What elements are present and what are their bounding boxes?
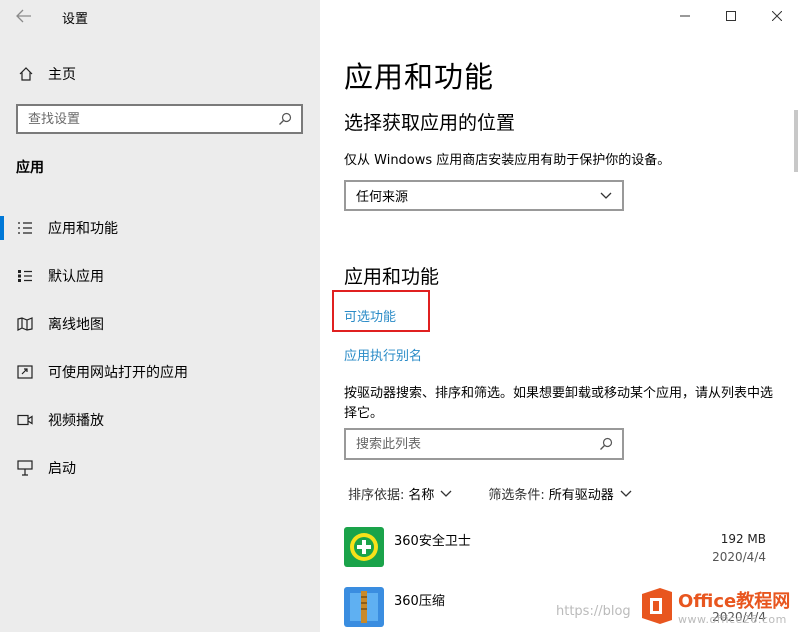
- apps-features-heading: 应用和功能: [344, 266, 440, 288]
- chevron-down-icon: [440, 490, 452, 498]
- app-size: 192 MB: [720, 532, 766, 546]
- watermark-site: www.office26.com: [678, 612, 787, 626]
- sidebar-item-label: 主页: [48, 67, 76, 83]
- close-button[interactable]: [754, 0, 800, 32]
- dropdown-value: 任何来源: [356, 190, 409, 205]
- sort-filter-bar: 排序依据: 名称 筛选条件: 所有驱动器: [348, 484, 632, 503]
- watermark-url: https://blog: [556, 604, 631, 619]
- sidebar-section-title: 应用: [16, 160, 44, 176]
- title-bar: 设置: [0, 0, 320, 32]
- scrollbar[interactable]: [794, 110, 798, 172]
- sidebar-item-label: 离线地图: [48, 317, 104, 333]
- sort-value: 名称: [408, 488, 435, 503]
- app-list-search-box[interactable]: [344, 428, 624, 460]
- app-install-date: 2020/4/4: [712, 550, 766, 564]
- app-name: 360安全卫士: [394, 534, 471, 549]
- sidebar-item-label: 视频播放: [48, 413, 104, 429]
- sidebar-nav: 应用和功能 默认应用 离线地图 可使用网站打开的应用 视频播放 启动: [0, 204, 320, 492]
- chevron-down-icon: [600, 192, 612, 199]
- watermark-brand: Office教程网: [678, 590, 791, 612]
- chevron-down-icon: [620, 490, 632, 498]
- minimize-button[interactable]: [662, 0, 708, 32]
- app-list-search-input[interactable]: [346, 436, 594, 452]
- office-logo-icon: [640, 586, 674, 626]
- 360-security-icon: [344, 527, 384, 567]
- search-icon[interactable]: [594, 437, 618, 451]
- settings-search-input[interactable]: [18, 111, 273, 127]
- sidebar-item-label: 可使用网站打开的应用: [48, 365, 188, 381]
- maximize-icon: [726, 11, 736, 21]
- sidebar-item-label: 应用和功能: [48, 221, 118, 237]
- default-apps-icon: [16, 269, 34, 283]
- sidebar-item-apps-for-websites[interactable]: 可使用网站打开的应用: [0, 348, 320, 396]
- app-list-item[interactable]: 360安全卫士 192 MB 2020/4/4: [344, 527, 774, 577]
- startup-icon: [16, 460, 34, 476]
- install-source-heading: 选择获取应用的位置: [344, 112, 516, 134]
- highlight-annotation: [332, 290, 430, 332]
- sort-label: 排序依据:: [348, 488, 405, 503]
- list-description: 按驱动器搜索、排序和筛选。如果想要卸载或移动某个应用，请从列表中选择它。: [344, 386, 774, 421]
- watermark: Office教程网 www.office26.com: [640, 580, 800, 632]
- install-source-description: 仅从 Windows 应用商店安装应用有助于保护你的设备。: [344, 153, 671, 168]
- sidebar-item-apps-features[interactable]: 应用和功能: [0, 204, 320, 252]
- window-title: 设置: [62, 12, 89, 27]
- back-button[interactable]: [12, 6, 36, 26]
- video-playback-icon: [16, 413, 34, 427]
- sidebar-item-label: 默认应用: [48, 269, 104, 285]
- filter-label: 筛选条件:: [488, 488, 545, 503]
- 360-zip-icon: [344, 587, 384, 627]
- app-name: 360压缩: [394, 594, 445, 609]
- close-icon: [772, 11, 782, 21]
- home-icon: [16, 66, 36, 82]
- filter-value: 所有驱动器: [548, 488, 614, 503]
- sidebar-item-home[interactable]: 主页: [0, 60, 320, 88]
- apps-features-icon: [16, 221, 34, 235]
- sidebar-item-video-playback[interactable]: 视频播放: [0, 396, 320, 444]
- minimize-icon: [680, 15, 690, 17]
- filter-dropdown[interactable]: 筛选条件: 所有驱动器: [488, 484, 632, 503]
- offline-maps-icon: [16, 317, 34, 331]
- apps-for-websites-icon: [16, 365, 34, 379]
- sidebar: 设置 主页 应用 应用和功能 默认应用 离: [0, 0, 320, 632]
- sidebar-item-label: 启动: [48, 461, 76, 477]
- install-source-dropdown[interactable]: 任何来源: [344, 180, 624, 211]
- sidebar-item-offline-maps[interactable]: 离线地图: [0, 300, 320, 348]
- maximize-button[interactable]: [708, 0, 754, 32]
- search-icon[interactable]: [273, 112, 297, 126]
- window-controls: [662, 0, 800, 32]
- sidebar-item-startup[interactable]: 启动: [0, 444, 320, 492]
- settings-search-box[interactable]: [16, 104, 303, 134]
- app-execution-alias-link[interactable]: 应用执行别名: [344, 345, 422, 364]
- sidebar-item-default-apps[interactable]: 默认应用: [0, 252, 320, 300]
- sort-dropdown[interactable]: 排序依据: 名称: [348, 484, 452, 503]
- back-arrow-icon: [16, 9, 31, 23]
- page-title: 应用和功能: [344, 60, 495, 94]
